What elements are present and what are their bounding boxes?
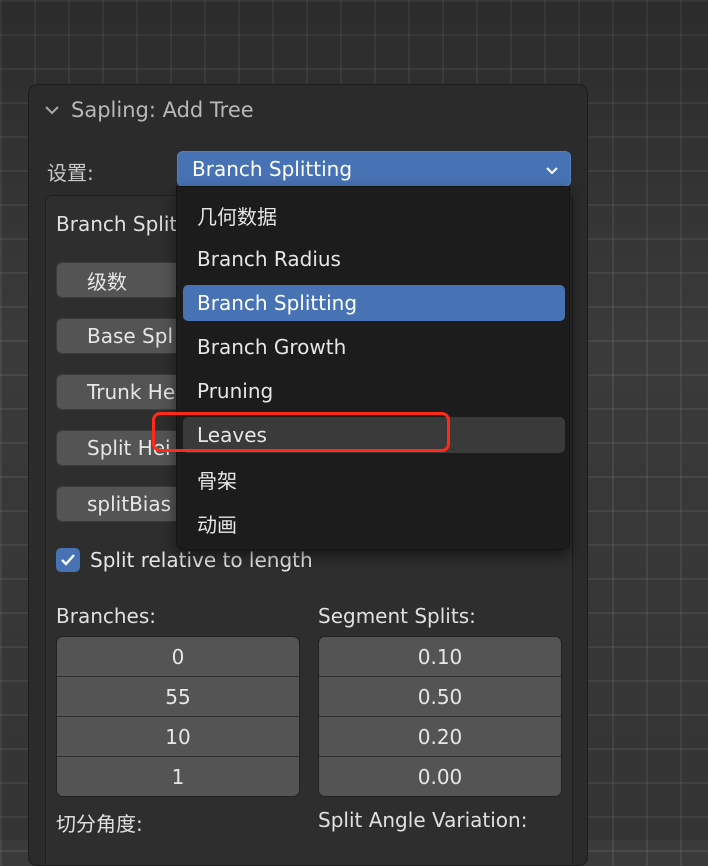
segment-splits-field-4[interactable]: 0.00 <box>319 757 561 796</box>
branches-field-3[interactable]: 10 <box>57 717 299 757</box>
subpanel-title: Branch Split <box>56 212 178 236</box>
segment-splits-field-2[interactable]: 0.50 <box>319 677 561 717</box>
leaves-highlight-outline <box>152 412 450 452</box>
branches-fields: 0 55 10 1 <box>56 636 300 797</box>
split-relative-checkbox[interactable] <box>56 548 80 572</box>
settings-dropdown-menu: 几何数据 Branch Radius Branch Splitting Bran… <box>176 186 570 550</box>
split-angle-variation-label: Split Angle Variation: <box>318 808 528 832</box>
chevron-down-icon[interactable] <box>43 101 61 119</box>
menu-item-geometry[interactable]: 几何数据 <box>183 197 565 233</box>
branches-field-1[interactable]: 0 <box>57 637 299 677</box>
check-icon <box>61 554 75 566</box>
split-relative-checkbox-row[interactable]: Split relative to length <box>56 548 313 572</box>
menu-item-pruning[interactable]: Pruning <box>183 373 565 409</box>
segment-splits-fields: 0.10 0.50 0.20 0.00 <box>318 636 562 797</box>
segment-splits-field-3[interactable]: 0.20 <box>319 717 561 757</box>
panel-title: Sapling: Add Tree <box>71 98 254 122</box>
settings-label: 设置: <box>47 161 94 185</box>
menu-item-branch-radius[interactable]: Branch Radius <box>183 241 565 277</box>
branches-field-2[interactable]: 55 <box>57 677 299 717</box>
menu-item-animation[interactable]: 动画 <box>183 505 565 541</box>
branches-field-4[interactable]: 1 <box>57 757 299 796</box>
chevron-down-icon <box>546 167 558 175</box>
branches-label: Branches: <box>56 604 157 628</box>
settings-select-value: Branch Splitting <box>192 157 353 181</box>
split-angle-label: 切分角度: <box>56 812 143 836</box>
menu-item-branch-splitting[interactable]: Branch Splitting <box>183 285 565 321</box>
segment-splits-field-1[interactable]: 0.10 <box>319 637 561 677</box>
split-relative-label: Split relative to length <box>90 548 313 572</box>
menu-item-armature[interactable]: 骨架 <box>183 461 565 497</box>
menu-item-branch-growth[interactable]: Branch Growth <box>183 329 565 365</box>
segment-splits-label: Segment Splits: <box>318 604 476 628</box>
panel-header[interactable]: Sapling: Add Tree <box>43 97 254 123</box>
settings-select[interactable]: Branch Splitting <box>177 151 571 187</box>
